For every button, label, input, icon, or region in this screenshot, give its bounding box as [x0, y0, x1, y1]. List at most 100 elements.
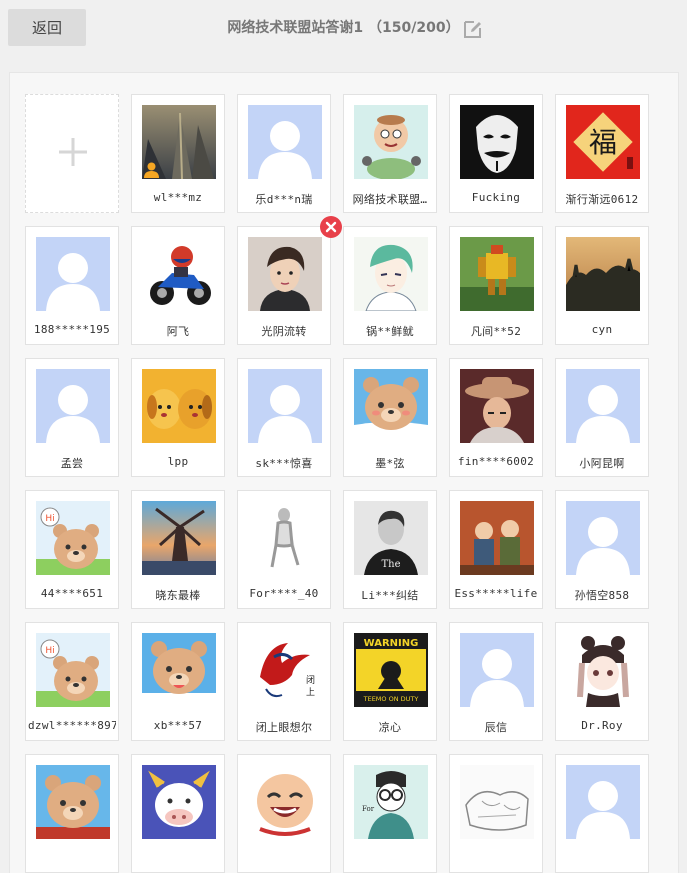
member-item[interactable]: For: [343, 754, 437, 873]
owner-crown-icon: [142, 160, 161, 179]
member-item[interactable]: 福渐行渐远0612: [555, 94, 649, 213]
member-item[interactable]: 光阴流转: [237, 226, 331, 345]
member-avatar: [460, 105, 534, 179]
member-avatar: [566, 633, 640, 707]
edit-icon[interactable]: [463, 19, 483, 39]
cowboy-hat-man-image: [460, 369, 534, 443]
cow-image: [142, 765, 216, 839]
anime-boy-image: [354, 237, 428, 311]
remove-member-icon[interactable]: [320, 216, 342, 238]
bear-hi-image: Hi: [36, 633, 110, 707]
member-item[interactable]: 孙悟空858: [555, 490, 649, 609]
default-image: [36, 369, 110, 443]
sunset-landscape-image: [566, 237, 640, 311]
member-item[interactable]: 墨*弦: [343, 358, 437, 477]
member-item[interactable]: Ess*****life: [449, 490, 543, 609]
member-item[interactable]: [237, 754, 331, 873]
add-member-button[interactable]: [25, 94, 119, 213]
member-item[interactable]: 小阿昆啊: [555, 358, 649, 477]
member-item[interactable]: 辰信: [449, 622, 543, 741]
member-item[interactable]: [131, 754, 225, 873]
windmill-image: [142, 501, 216, 575]
member-item[interactable]: WARNING TEEMO ON DUTY 凉心: [343, 622, 437, 741]
member-item[interactable]: 闭上闭上眼想尔: [237, 622, 331, 741]
svg-text:Hi: Hi: [45, 514, 54, 524]
member-item[interactable]: Fucking: [449, 94, 543, 213]
member-item[interactable]: 锅**鲜鱿: [343, 226, 437, 345]
svg-text:闭: 闭: [306, 674, 315, 686]
laughing-face-image: [248, 765, 322, 839]
svg-text:TEEMO ON DUTY: TEEMO ON DUTY: [363, 695, 419, 703]
member-avatar: [460, 369, 534, 443]
member-avatar: [354, 237, 428, 311]
member-item[interactable]: Dr.Roy: [555, 622, 649, 741]
member-item[interactable]: lpp: [131, 358, 225, 477]
default-image: [566, 369, 640, 443]
sketch-figure-image: [248, 501, 322, 575]
member-avatar: [248, 501, 322, 575]
default-image: [36, 237, 110, 311]
member-item[interactable]: 孟尝: [25, 358, 119, 477]
member-name: dzwl******8972: [28, 719, 116, 732]
member-item[interactable]: wl***mz: [131, 94, 225, 213]
motorcycle-image: [142, 237, 216, 311]
member-avatar: Hi: [36, 501, 110, 575]
member-name: wl***mz: [153, 191, 203, 204]
member-name: sk***惊喜: [255, 457, 313, 470]
member-avatar: WARNING TEEMO ON DUTY: [354, 633, 428, 707]
member-name: 渐行渐远0612: [565, 193, 639, 206]
member-name: 188*****195: [33, 323, 111, 336]
svg-text:上: 上: [306, 687, 315, 698]
plush-dogs-image: [142, 369, 216, 443]
member-item[interactable]: 凡间**52: [449, 226, 543, 345]
robot-statue-image: [460, 237, 534, 311]
member-avatar: [566, 501, 640, 575]
member-item[interactable]: [25, 754, 119, 873]
member-name: 乐d***n瑞: [255, 193, 313, 206]
member-item[interactable]: The Li***纠结: [343, 490, 437, 609]
member-item[interactable]: fin****6002: [449, 358, 543, 477]
member-avatar: [460, 501, 534, 575]
member-item[interactable]: 阿飞: [131, 226, 225, 345]
member-item[interactable]: [449, 754, 543, 873]
member-item[interactable]: cyn: [555, 226, 649, 345]
member-item[interactable]: 乐d***n瑞: [237, 94, 331, 213]
member-avatar: [566, 369, 640, 443]
member-avatar: [36, 369, 110, 443]
member-item[interactable]: 网络技术联盟…: [343, 94, 437, 213]
pencil-sketch-image: [460, 765, 534, 839]
fu-character-image: 福: [566, 105, 640, 179]
member-item[interactable]: For****_40: [237, 490, 331, 609]
member-item[interactable]: [555, 754, 649, 873]
bw-man-tshirt-image: The: [354, 501, 428, 575]
member-item[interactable]: Hi 44****651: [25, 490, 119, 609]
member-item[interactable]: 晓东最棒: [131, 490, 225, 609]
member-avatar: [142, 237, 216, 311]
member-name: Dr.Roy: [581, 719, 623, 732]
member-name: 凡间**52: [470, 325, 522, 338]
member-item[interactable]: 188*****195: [25, 226, 119, 345]
plus-icon: [59, 138, 87, 166]
svg-text:Hi: Hi: [45, 646, 54, 656]
member-name: 阿飞: [166, 325, 190, 338]
svg-text:WARNING: WARNING: [364, 638, 419, 649]
member-item[interactable]: xb***57: [131, 622, 225, 741]
glasses-sketch-image: For: [354, 765, 428, 839]
member-name: fin****6002: [457, 455, 535, 468]
member-avatar: The: [354, 501, 428, 575]
phoenix-calligraphy-image: 闭上: [248, 633, 322, 707]
member-item[interactable]: sk***惊喜: [237, 358, 331, 477]
member-name: 网络技术联盟…: [352, 193, 428, 206]
member-avatar: [566, 765, 640, 839]
member-item[interactable]: Hi dzwl******8972: [25, 622, 119, 741]
member-avatar: For: [354, 765, 428, 839]
member-name: 锅**鲜鱿: [366, 325, 414, 338]
default-image: [248, 105, 322, 179]
member-avatar: [142, 765, 216, 839]
member-avatar: [248, 369, 322, 443]
member-avatar: 闭上: [248, 633, 322, 707]
guy-fawkes-mask-image: [460, 105, 534, 179]
member-name: 44****651: [40, 587, 104, 600]
member-name: Ess*****life: [454, 587, 538, 600]
member-avatar: [354, 369, 428, 443]
